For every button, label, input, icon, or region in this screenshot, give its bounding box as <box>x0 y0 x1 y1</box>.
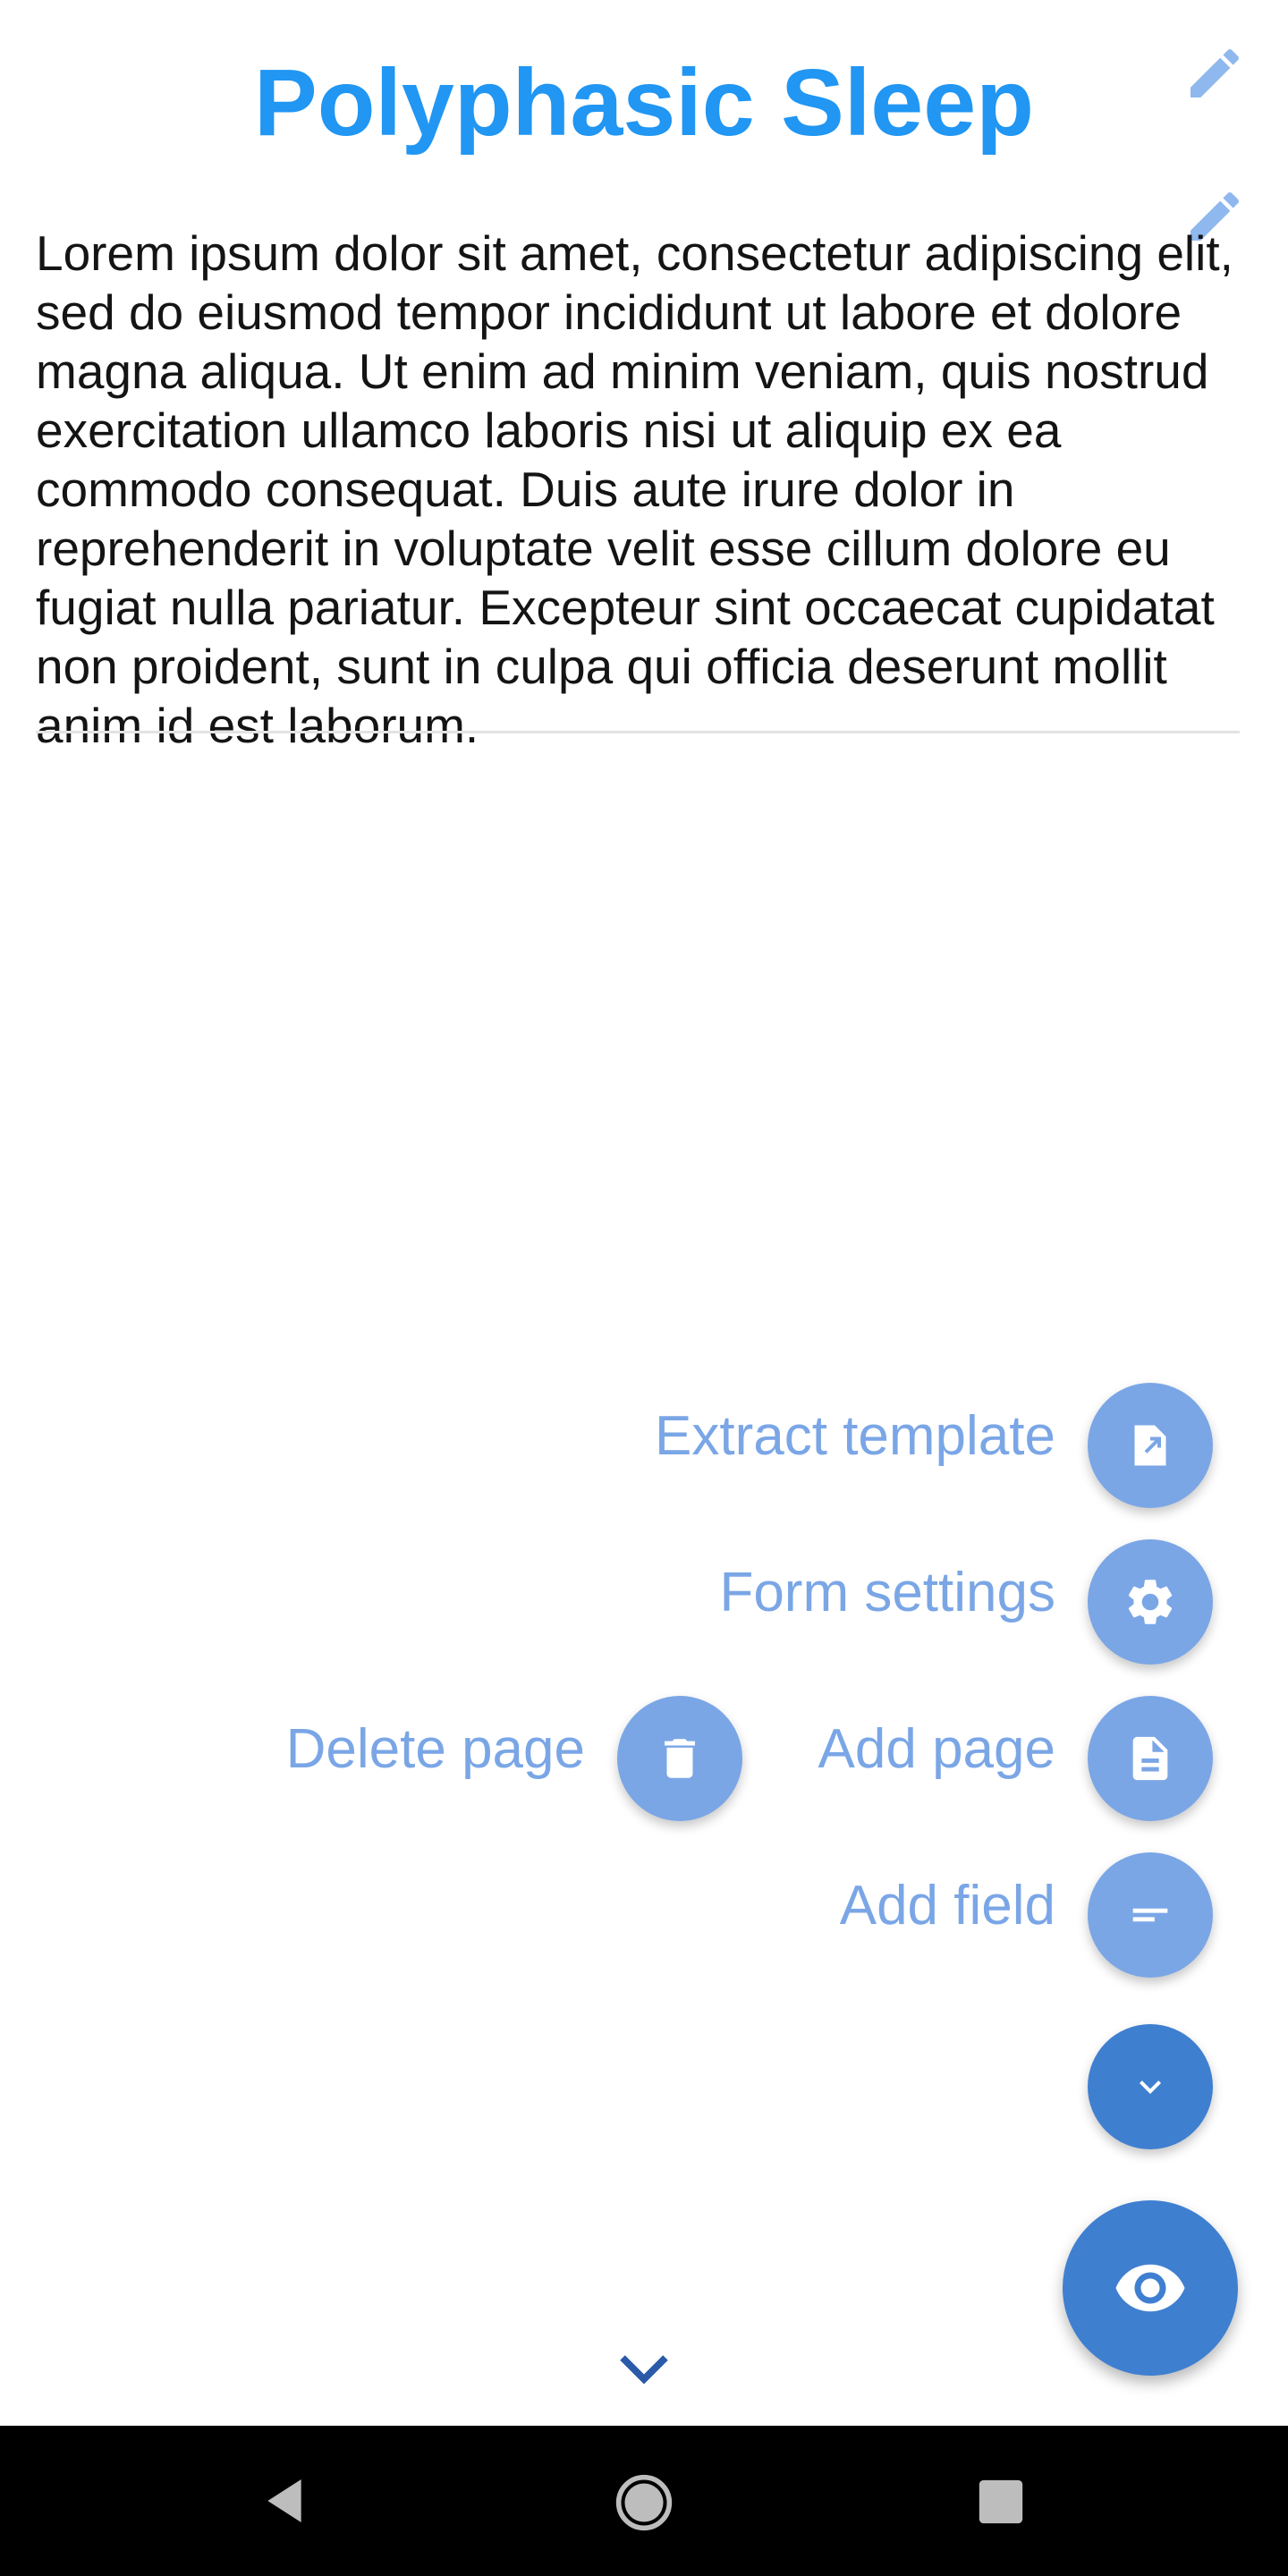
short-text-icon <box>1132 1908 1168 1922</box>
extract-template-button[interactable] <box>1088 1383 1213 1508</box>
extract-template-label[interactable]: Extract template <box>655 1402 1055 1470</box>
gear-icon <box>1128 1580 1173 1624</box>
document-icon <box>1132 1736 1168 1781</box>
next-page-chevron-icon[interactable] <box>612 2342 676 2395</box>
chevron-down-icon <box>1140 2080 1161 2094</box>
system-navigation-bar <box>0 2426 1288 2576</box>
home-circle-icon[interactable] <box>614 2472 674 2533</box>
collapse-menu-button[interactable] <box>1088 2024 1213 2149</box>
trash-icon <box>665 1739 695 1778</box>
eye-icon <box>1115 2264 1185 2312</box>
description-divider <box>36 731 1240 733</box>
delete-page-label[interactable]: Delete page <box>286 1716 585 1784</box>
form-description: Lorem ipsum dolor sit amet, consectetur … <box>36 225 1233 753</box>
form-settings-button[interactable] <box>1088 1539 1213 1665</box>
preview-button[interactable] <box>1063 2200 1238 2376</box>
form-title: Polyphasic Sleep <box>254 50 1034 156</box>
back-triangle-icon[interactable] <box>256 2472 313 2529</box>
extract-template-icon <box>1134 1425 1166 1466</box>
delete-page-button[interactable] <box>617 1696 742 1821</box>
add-page-button[interactable] <box>1088 1696 1213 1821</box>
add-field-button[interactable] <box>1088 1852 1213 1978</box>
recents-square-icon[interactable] <box>975 2476 1027 2528</box>
edit-title-pencil-icon[interactable] <box>1182 41 1247 106</box>
add-page-label[interactable]: Add page <box>818 1716 1055 1784</box>
add-field-label[interactable]: Add field <box>840 1872 1055 1940</box>
form-settings-label[interactable]: Form settings <box>719 1559 1055 1627</box>
